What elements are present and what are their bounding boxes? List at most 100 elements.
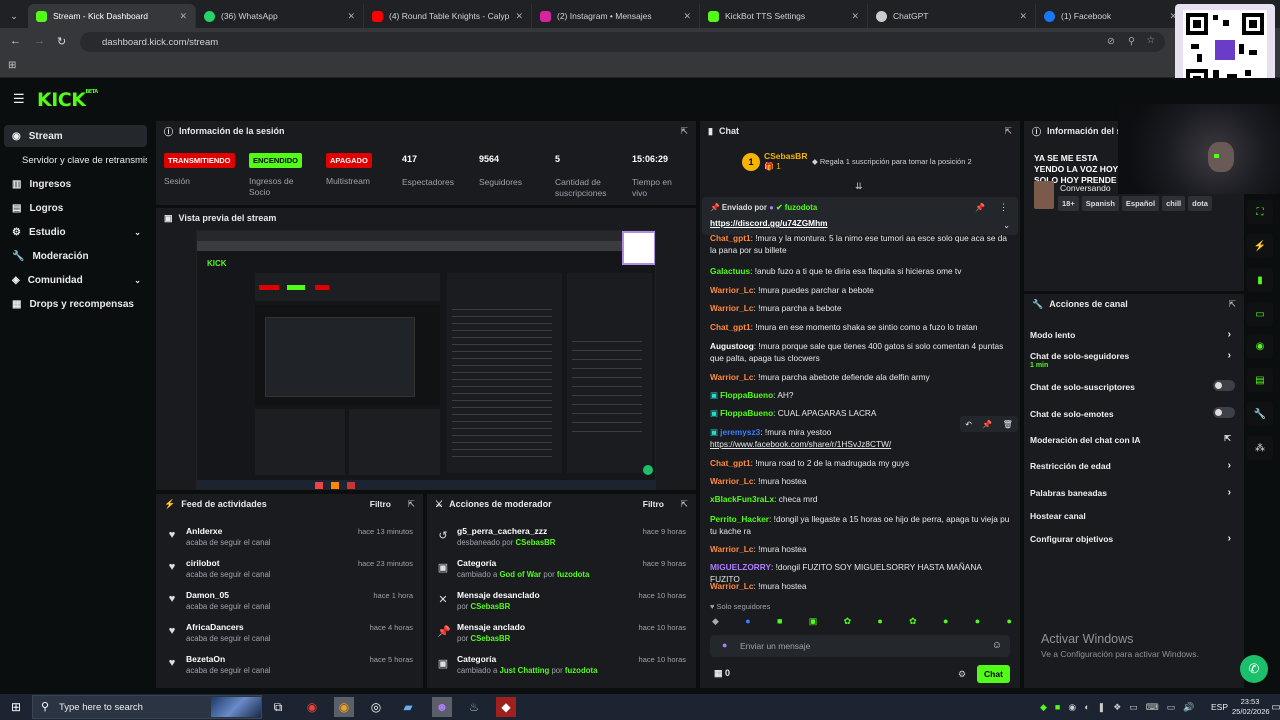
tab-whatsapp[interactable]: (36) WhatsApp ✕	[196, 4, 364, 28]
rail-community-icon[interactable]: ⁂	[1247, 436, 1273, 460]
sidebar-item-moderacion[interactable]: 🔧 Moderación	[4, 245, 147, 267]
settings-gear-icon[interactable]: ⚙	[958, 669, 966, 680]
sidebar-item-estudio[interactable]: ⚙ Estudio ⌄	[4, 221, 147, 243]
steam-taskbar-icon[interactable]: ♨	[464, 697, 484, 717]
chat-message[interactable]: Warrior_Lc: !mura puedes parchar a bebot…	[710, 285, 1010, 297]
popout-icon[interactable]: ⇱	[680, 126, 688, 137]
tray-app-icon[interactable]: ▭	[1129, 702, 1138, 713]
rail-wrench-icon[interactable]: 🔧	[1247, 402, 1273, 426]
sidebar-item-logros[interactable]: ▤ Logros	[4, 197, 147, 219]
taskbar-search-field[interactable]: ⚲ Type here to search	[32, 695, 262, 719]
tab-chatgpt[interactable]: ChatGPT ✕	[868, 4, 1036, 28]
emote-icon[interactable]: ●	[975, 616, 980, 630]
sidebar-item-drops[interactable]: ▦ Drops y recompensas	[4, 293, 147, 315]
detail-link[interactable]: God of War	[499, 570, 541, 579]
channel-action-item[interactable]: Restricción de edad ›	[1030, 460, 1235, 472]
feed-user[interactable]: BezetaOn	[186, 654, 225, 664]
files-taskbar-icon[interactable]: ▰	[398, 697, 418, 717]
channel-action-item[interactable]: Chat de solo-seguidores 1 min ›	[1030, 350, 1235, 369]
chat-username[interactable]: xBlackFun3raLx	[710, 494, 774, 504]
tag[interactable]: Spanish	[1081, 196, 1119, 211]
chat-username[interactable]: Chat_gpt1	[710, 233, 751, 243]
chat-message[interactable]: Chat_gpt1: !mura y la montura: 5 la nimo…	[710, 233, 1010, 257]
reload-icon[interactable]: ↻	[57, 35, 66, 48]
task-view-icon[interactable]: ⧉	[268, 697, 288, 717]
sidebar-item-ingresos[interactable]: ▥ Ingresos	[4, 173, 147, 195]
chat-username[interactable]: Galactuus	[710, 266, 750, 276]
sidebar-item-stream[interactable]: ◉ Stream	[4, 125, 147, 147]
tag[interactable]: 18+	[1058, 196, 1079, 211]
chat-username[interactable]: Warrior_Lc	[710, 476, 754, 486]
detail-link[interactable]: fuzodota	[557, 570, 589, 579]
language-indicator[interactable]: ESP	[1211, 702, 1228, 712]
detail-link[interactable]: CSebasBR	[470, 602, 510, 611]
chat-message[interactable]: Perrito_Hacker: !dongil ya llegaste a 15…	[710, 514, 1010, 537]
chat-input[interactable]: ● Enviar un mensaje ☺	[710, 635, 1010, 657]
chat-username[interactable]: Augustoog	[710, 341, 754, 351]
pinned-user[interactable]: fuzodota	[785, 203, 817, 212]
detail-link[interactable]: CSebasBR	[470, 634, 510, 643]
chat-username[interactable]: Warrior_Lc	[710, 581, 754, 591]
tray-app-icon[interactable]: ◐	[1084, 702, 1089, 713]
channel-action-item[interactable]: Configurar objetivos ›	[1030, 533, 1235, 545]
tab-kickbot[interactable]: KickBot TTS Settings ✕	[700, 4, 868, 28]
channel-action-item[interactable]: Moderación del chat con IA ⇱	[1030, 434, 1235, 446]
pin-icon[interactable]: 📌	[975, 203, 985, 212]
tray-app-icon[interactable]: ❖	[1113, 702, 1121, 713]
rail-bolt-icon[interactable]: ⚡	[1247, 234, 1273, 258]
filter-button[interactable]: Filtro	[643, 499, 664, 509]
chat-message[interactable]: Warrior_Lc: !mura parcha a bebote	[710, 303, 1010, 315]
rail-list-icon[interactable]: ▤	[1247, 368, 1273, 392]
emote-icon[interactable]: ◆	[712, 616, 719, 630]
popout-icon[interactable]: ⇱	[1004, 126, 1012, 137]
close-icon[interactable]: ✕	[1019, 11, 1027, 22]
chat-username[interactable]: MIGUELZORRY	[710, 562, 771, 572]
tray-app-icon[interactable]: ◆	[1040, 702, 1047, 713]
detail-link[interactable]: CSebasBR	[516, 538, 556, 547]
chat-message[interactable]: Warrior_Lc: !mura parcha abebote defiend…	[710, 372, 1010, 384]
top-gifter-name[interactable]: CSebasBR	[764, 151, 807, 161]
chat-username[interactable]: Warrior_Lc	[710, 372, 754, 382]
url-field[interactable]: dashboard.kick.com/stream ⊘ ⚲ ☆	[80, 32, 1165, 52]
tray-app-icon[interactable]: ❚	[1098, 702, 1106, 713]
gift-cta[interactable]: ◆ Regala 1 suscripción para tomar la pos…	[812, 157, 972, 166]
rail-expand-icon[interactable]: ⛶	[1247, 200, 1273, 224]
close-icon[interactable]: ✕	[515, 11, 523, 22]
apps-grid-icon[interactable]: ⊞	[8, 60, 16, 71]
tray-app-icon[interactable]: ■	[1055, 702, 1060, 713]
channel-action-item[interactable]: Palabras baneadas ›	[1030, 487, 1235, 499]
close-icon[interactable]: ✕	[347, 11, 355, 22]
emote-icon[interactable]: ▣	[809, 616, 818, 630]
popout-icon[interactable]: ⇱	[407, 499, 415, 510]
chrome-taskbar-icon[interactable]: ◉	[302, 697, 322, 717]
toggle-switch[interactable]	[1213, 380, 1235, 391]
stream-preview-video[interactable]: KICK	[196, 230, 656, 490]
app-taskbar-icon[interactable]: ◉	[334, 697, 354, 717]
chat-message[interactable]: Warrior_Lc: !mura hostea	[710, 581, 1010, 593]
chat-message[interactable]: Augustoog: !mura porque sale que tienes …	[710, 341, 1010, 364]
emote-icon[interactable]: ●	[877, 616, 882, 630]
chat-username[interactable]: Perrito_Hacker	[710, 514, 769, 524]
network-icon[interactable]: ▭	[1167, 702, 1176, 713]
tag[interactable]: dota	[1188, 196, 1212, 211]
kick-logo[interactable]: KICKBETA	[37, 89, 98, 111]
chat-username[interactable]: jeremysz3	[720, 427, 760, 437]
chat-send-button[interactable]: Chat	[977, 665, 1010, 683]
popout-icon[interactable]: ⇱	[680, 499, 688, 510]
menu-icon[interactable]: ☰	[13, 91, 25, 107]
zoom-icon[interactable]: ⚲	[1128, 36, 1135, 47]
tag[interactable]: chill	[1162, 196, 1186, 211]
tag[interactable]: Español	[1121, 196, 1160, 211]
channel-action-item[interactable]: Chat de solo-suscriptores	[1030, 380, 1235, 393]
tray-app-icon[interactable]: ◉	[1068, 702, 1076, 713]
emote-icon[interactable]: ●	[745, 616, 750, 630]
feed-user[interactable]: AfricaDancers	[186, 622, 244, 632]
back-icon[interactable]: ←	[10, 35, 21, 47]
chat-message[interactable]: Warrior_Lc: !mura hostea	[710, 476, 1010, 488]
chat-message[interactable]: Galactuus: !anub fuzo a ti que te diria …	[710, 266, 1010, 278]
chat-username[interactable]: Warrior_Lc	[710, 285, 754, 295]
chat-message[interactable]: Chat_gpt1: !mura road to 2 de la madruga…	[710, 458, 1010, 470]
rail-broadcast-icon[interactable]: ◉	[1247, 334, 1273, 358]
close-icon[interactable]: ✕	[851, 11, 859, 22]
delete-icon[interactable]: 🗑	[1003, 420, 1013, 429]
